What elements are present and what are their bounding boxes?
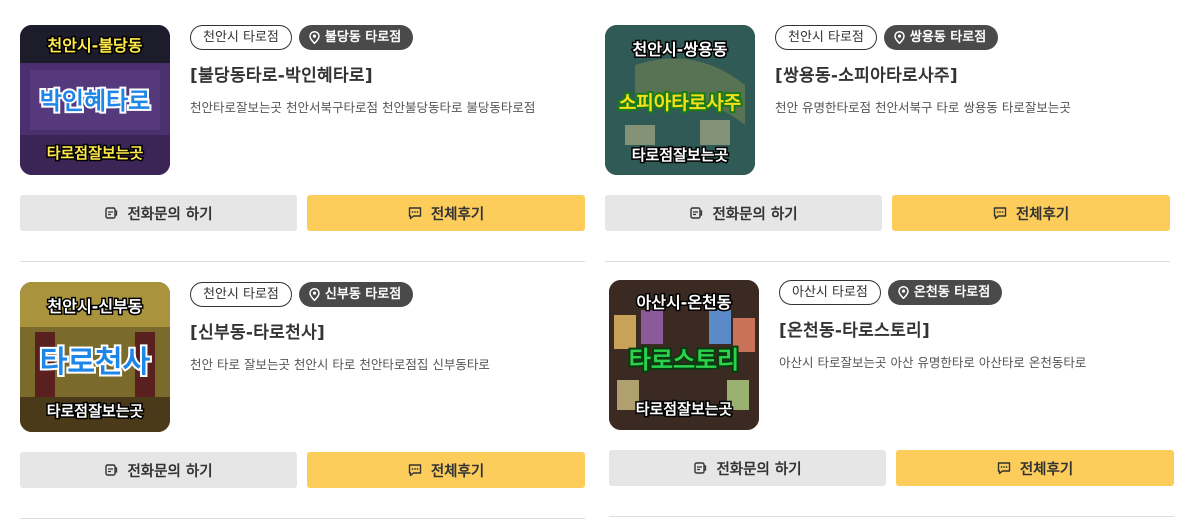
city-tag[interactable]: 아산시 타로점 bbox=[779, 280, 881, 305]
call-button-label: 전화문의 하기 bbox=[127, 463, 213, 480]
review-button-label: 전체후기 bbox=[1015, 206, 1070, 223]
review-button-label: 전체후기 bbox=[1019, 461, 1074, 478]
shop-description: 아산시 타로잘보는곳 아산 유명한타로 아산타로 온천동타로 bbox=[779, 355, 1087, 370]
shop-tag-label: 신부동 타로점 bbox=[324, 287, 402, 302]
shop-thumbnail[interactable]: 천안시-쌍용동 소피아타로사주 타로점잘보는곳 bbox=[605, 25, 755, 175]
call-button[interactable]: 전화문의 하기 bbox=[609, 450, 886, 486]
thumb-top-text: 천안시-쌍용동 bbox=[633, 40, 728, 59]
review-button-label: 전체후기 bbox=[430, 463, 485, 480]
chat-bubble-icon bbox=[993, 207, 1007, 220]
review-button[interactable]: 전체후기 bbox=[892, 195, 1170, 231]
thumb-top-text: 천안시-불당동 bbox=[48, 36, 143, 55]
shop-tag[interactable]: 불당동 타로점 bbox=[298, 25, 414, 50]
thumbnail-image: 천안시-쌍용동 소피아타로사주 타로점잘보는곳 bbox=[605, 25, 755, 175]
thumb-bottom-text: 타로점잘보는곳 bbox=[636, 400, 733, 418]
review-button-label: 전체후기 bbox=[430, 206, 485, 223]
shop-thumbnail[interactable]: 아산시-온천동 타로스토리 타로점잘보는곳 bbox=[609, 280, 759, 430]
shop-title[interactable]: [불당동타로-박인혜타로] bbox=[190, 61, 586, 86]
shop-description: 천안타로잘보는곳 천안서북구타로점 천안불당동타로 불당동타로점 bbox=[190, 100, 536, 115]
shop-tag-label: 쌍용동 타로점 bbox=[909, 30, 987, 45]
thumb-main-text: 박인혜타로 bbox=[40, 87, 150, 115]
divider bbox=[605, 261, 1170, 262]
city-tag[interactable]: 천안시 타로점 bbox=[775, 25, 877, 50]
call-button[interactable]: 전화문의 하기 bbox=[20, 452, 297, 488]
phone-icon bbox=[694, 462, 707, 474]
shop-thumbnail[interactable]: 천안시-불당동 박인혜타로 타로점잘보는곳 bbox=[20, 25, 170, 175]
thumb-bottom-text: 타로점잘보는곳 bbox=[47, 144, 144, 162]
city-tag[interactable]: 천안시 타로점 bbox=[190, 282, 292, 307]
thumbnail-image: 아산시-온천동 타로스토리 타로점잘보는곳 bbox=[609, 280, 759, 430]
city-tag[interactable]: 천안시 타로점 bbox=[190, 25, 292, 50]
review-button[interactable]: 전체후기 bbox=[307, 452, 585, 488]
shop-description: 천안 유명한타로점 천안서북구 타로 쌍용동 타로잘보는곳 bbox=[775, 100, 1071, 115]
review-button[interactable]: 전체후기 bbox=[896, 450, 1174, 486]
shop-title[interactable]: [온천동-타로스토리] bbox=[779, 316, 1175, 341]
shop-description: 천안 타로 잘보는곳 천안시 타로 천안타로점집 신부동타로 bbox=[190, 357, 490, 372]
thumb-main-text: 타로천사 bbox=[40, 345, 151, 380]
call-button-label: 전화문의 하기 bbox=[712, 206, 798, 223]
thumb-main-text: 소피아타로사주 bbox=[619, 92, 741, 114]
divider bbox=[20, 518, 585, 519]
phone-icon bbox=[105, 464, 118, 476]
shop-thumbnail[interactable]: 천안시-신부동 타로천사 타로점잘보는곳 bbox=[20, 282, 170, 432]
phone-icon bbox=[105, 207, 118, 219]
map-pin-icon bbox=[309, 288, 320, 301]
map-pin-icon bbox=[894, 31, 905, 44]
map-pin-icon bbox=[309, 31, 320, 44]
thumb-top-text: 아산시-온천동 bbox=[637, 293, 732, 312]
chat-bubble-icon bbox=[408, 464, 422, 477]
shop-title[interactable]: [신부동-타로천사] bbox=[190, 318, 586, 343]
thumb-top-text: 천안시-신부동 bbox=[48, 297, 143, 316]
thumb-main-text: 타로스토리 bbox=[629, 346, 739, 374]
call-button[interactable]: 전화문의 하기 bbox=[605, 195, 882, 231]
map-pin-icon bbox=[898, 286, 909, 299]
call-button[interactable]: 전화문의 하기 bbox=[20, 195, 297, 231]
thumbnail-image: 천안시-불당동 박인혜타로 타로점잘보는곳 bbox=[20, 25, 170, 175]
divider bbox=[20, 261, 585, 262]
chat-bubble-icon bbox=[408, 207, 422, 220]
review-button[interactable]: 전체후기 bbox=[307, 195, 585, 231]
call-button-label: 전화문의 하기 bbox=[716, 461, 802, 478]
shop-tag-label: 불당동 타로점 bbox=[324, 30, 402, 45]
call-button-label: 전화문의 하기 bbox=[127, 206, 213, 223]
phone-icon bbox=[690, 207, 703, 219]
thumb-bottom-text: 타로점잘보는곳 bbox=[632, 146, 729, 164]
shop-title[interactable]: [쌍용동-소피아타로사주] bbox=[775, 61, 1171, 86]
chat-bubble-icon bbox=[997, 462, 1011, 475]
shop-tag[interactable]: 온천동 타로점 bbox=[887, 280, 1003, 305]
shop-tag-label: 온천동 타로점 bbox=[913, 285, 991, 300]
divider bbox=[609, 516, 1174, 517]
shop-tag[interactable]: 신부동 타로점 bbox=[298, 282, 414, 307]
shop-tag[interactable]: 쌍용동 타로점 bbox=[883, 25, 999, 50]
thumbnail-image: 천안시-신부동 타로천사 타로점잘보는곳 bbox=[20, 282, 170, 432]
thumb-bottom-text: 타로점잘보는곳 bbox=[47, 402, 144, 420]
